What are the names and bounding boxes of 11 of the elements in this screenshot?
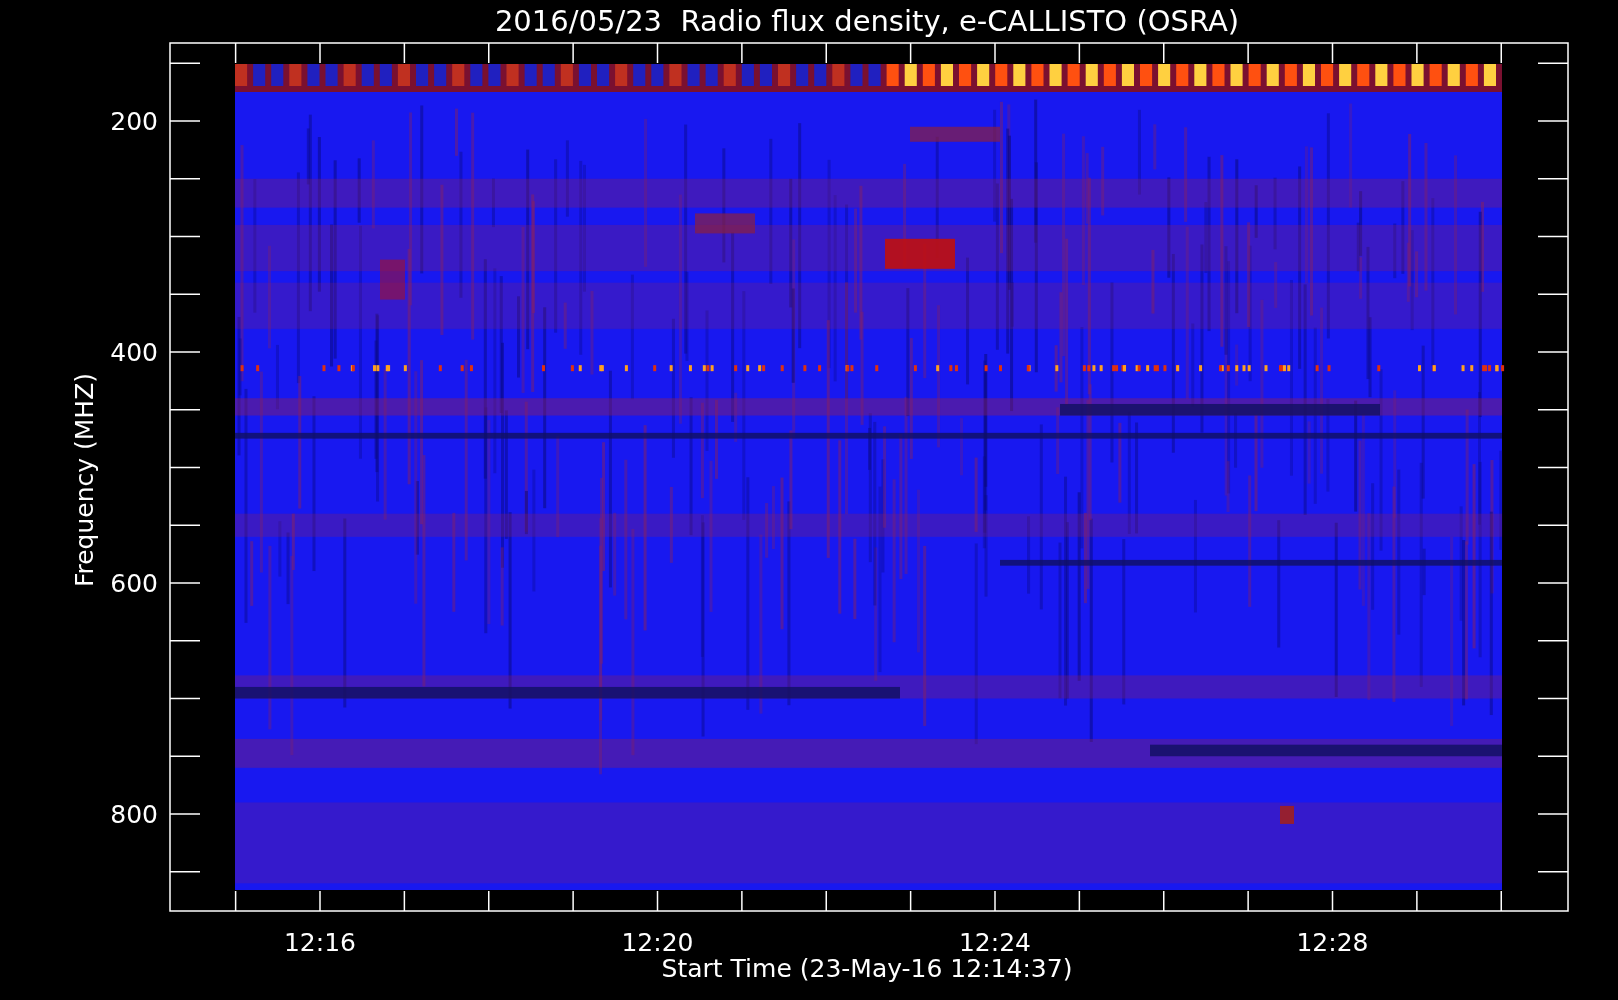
x-tick-label: 12:28 [1296,928,1369,957]
y-tick-label: 400 [110,338,158,367]
y-tick-label: 200 [110,107,158,136]
x-tick-label: 12:20 [621,928,694,957]
y-tick-label: 800 [110,800,158,829]
y-axis-label: Frequency (MHZ) [70,372,99,588]
x-tick-label: 12:16 [284,928,356,957]
x-axis-label: Start Time (23-May-16 12:14:37) [661,954,1073,983]
y-tick-label: 600 [110,569,158,598]
x-tick-label: 12:24 [959,928,1031,957]
chart-title: 2016/05/23 Radio flux density, e-CALLISTO (OSRA) [494,4,1240,38]
